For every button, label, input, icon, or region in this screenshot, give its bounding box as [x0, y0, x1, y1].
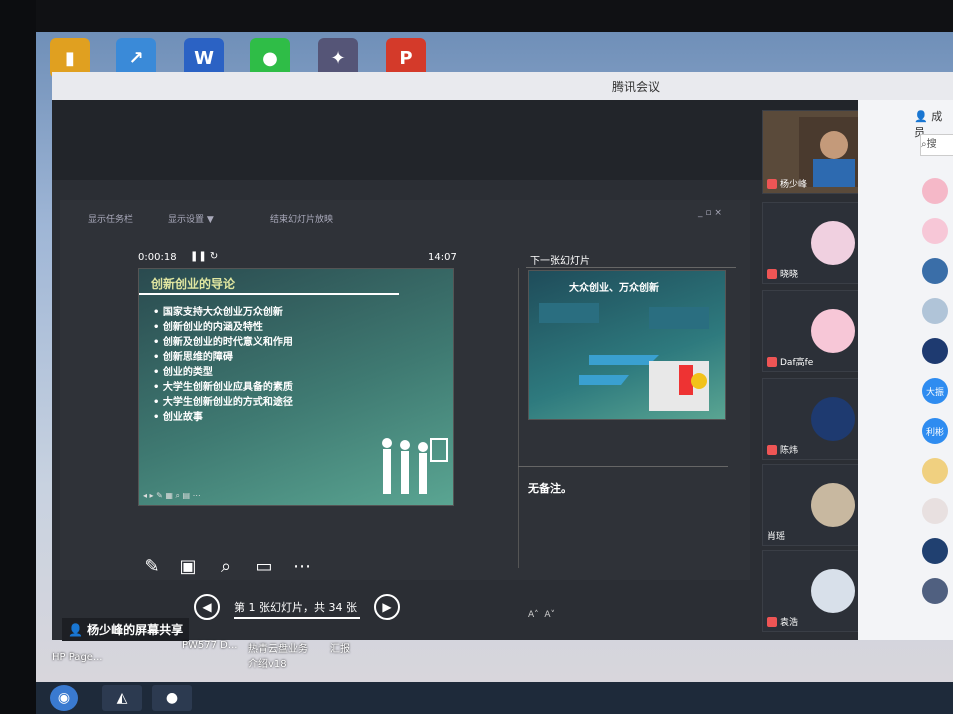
member-search-input[interactable]: ⌕搜 [920, 134, 953, 156]
avatar [811, 309, 855, 353]
member-avatar[interactable] [922, 258, 948, 284]
page-progress-bar [234, 617, 360, 619]
taskbar: ◉ ◭ ● [36, 682, 953, 714]
start-button-icon[interactable]: ◉ [50, 685, 78, 711]
slide-bullet: • 创业故事 [153, 412, 203, 423]
slide-bullet: • 创新及创业的时代意义和作用 [153, 337, 293, 348]
member-avatar[interactable] [922, 218, 948, 244]
show-taskbar-button[interactable]: 显示任务栏 [88, 212, 133, 225]
avatar [811, 569, 855, 613]
prev-slide-button[interactable]: ◀ [194, 594, 220, 620]
next-slide-title: 大众创业、万众创新 [569, 283, 659, 294]
desktop-icon-label[interactable]: HP Page... [52, 652, 102, 663]
divider [518, 466, 728, 467]
display-settings-button[interactable]: 显示设置 ▼ [168, 212, 214, 225]
member-avatar[interactable] [922, 338, 948, 364]
slide-title-underline [139, 293, 399, 295]
participant-label: 袁浩 [767, 615, 798, 628]
taskbar-wechat-icon[interactable]: ● [152, 685, 192, 711]
desktop-icon-label[interactable]: PW577 D... [182, 640, 237, 651]
next-slide-preview: 大众创业、万众创新 [528, 270, 726, 420]
mic-off-icon [767, 268, 777, 279]
participant-label: 肖瑶 [767, 532, 786, 542]
next-slide-graphic [539, 303, 709, 411]
divider [526, 267, 736, 268]
clock: 14:07 [428, 252, 457, 263]
member-avatar[interactable] [922, 458, 948, 484]
avatar [811, 221, 855, 265]
slide-bullet: • 国家支持大众创业万众创新 [153, 307, 283, 318]
next-slide-label: 下一张幻灯片 [530, 256, 590, 267]
presenters-silhouette-icon [382, 438, 448, 494]
member-avatar[interactable] [922, 178, 948, 204]
divider [518, 268, 519, 568]
desktop-icon-label[interactable]: 热青云盘业务介绍v18 [248, 640, 308, 670]
taskbar-tencent-meeting-icon[interactable]: ◭ [102, 685, 142, 711]
participant-label: Daf高fe [767, 355, 813, 368]
window-controls[interactable]: _ ▫ × [698, 208, 722, 218]
slide-mini-controls[interactable]: ◂ ▸ ✎ ▦ ⌕ ▤ ⋯ [143, 491, 201, 501]
member-avatar[interactable] [922, 538, 948, 564]
all-slides-icon[interactable]: ▣ [176, 554, 200, 578]
window-title: 腾讯会议 [612, 80, 661, 94]
monitor-bezel [0, 0, 953, 32]
next-slide-button[interactable]: ▶ [374, 594, 400, 620]
slide-bullet-list: • 国家支持大众创业万众创新 • 创新创业的内涵及特性 • 创新及创业的时代意义… [153, 305, 293, 425]
page-indicator: 第 1 张幻灯片，共 34 张 [234, 601, 357, 614]
end-slideshow-button[interactable]: 结束幻灯片放映 [270, 212, 333, 225]
share-label: 👤 杨少峰的屏幕共享 [62, 618, 190, 641]
mic-off-icon [767, 356, 777, 367]
font-size-buttons[interactable]: A˄ A˅ [528, 610, 555, 620]
screen-icon[interactable]: ▭ [252, 554, 276, 578]
avatar [811, 397, 855, 441]
avatar [811, 483, 855, 527]
participant-label: 杨少峰 [767, 177, 807, 190]
member-avatar[interactable]: 利彬 [922, 418, 948, 444]
slide-timer: 0:00:18 [138, 252, 177, 263]
slide-bullet: • 创新创业的内涵及特性 [153, 322, 263, 333]
desktop-icon-label[interactable]: 汇报 [330, 640, 350, 655]
pen-icon[interactable]: ✎ [140, 554, 164, 578]
notes-text: 无备注。 [528, 482, 572, 495]
slide-bullet: • 创业的类型 [153, 367, 213, 378]
more-icon[interactable]: ⋯ [290, 554, 314, 578]
mic-off-icon [767, 616, 777, 627]
member-avatar[interactable] [922, 298, 948, 324]
user-icon: 👤 [914, 110, 928, 123]
window-titlebar: 腾讯会议 [52, 72, 953, 100]
slide-title: 创新创业的导论 [151, 277, 236, 291]
meeting-window: 腾讯会议 显示任务栏 显示设置 ▼ 结束幻灯片放映 _ ▫ × 0:00:18 … [52, 72, 953, 641]
participant-label: 晓晓 [767, 267, 798, 280]
member-pane: 👤 成员 ⌕搜 大振 利彬 [858, 100, 953, 640]
participant-label: 陈炜 [767, 443, 798, 456]
zoom-icon[interactable]: ⌕ [214, 554, 238, 578]
monitor-bezel-left [0, 0, 36, 714]
member-avatar[interactable]: 大振 [922, 378, 948, 404]
current-slide[interactable]: 创新创业的导论 • 国家支持大众创业万众创新 • 创新创业的内涵及特性 • 创新… [138, 268, 454, 506]
pause-icon[interactable]: ❚❚ ↻ [190, 251, 218, 262]
member-avatar[interactable] [922, 498, 948, 524]
slide-bullet: • 创新思维的障碍 [153, 352, 233, 363]
user-icon: 👤 [68, 623, 83, 637]
slide-bullet: • 大学生创新创业的方式和途径 [153, 397, 293, 408]
member-avatar[interactable] [922, 578, 948, 604]
mic-off-icon [767, 444, 777, 455]
slide-bullet: • 大学生创新创业应具备的素质 [153, 382, 293, 393]
mic-off-icon [767, 178, 777, 189]
